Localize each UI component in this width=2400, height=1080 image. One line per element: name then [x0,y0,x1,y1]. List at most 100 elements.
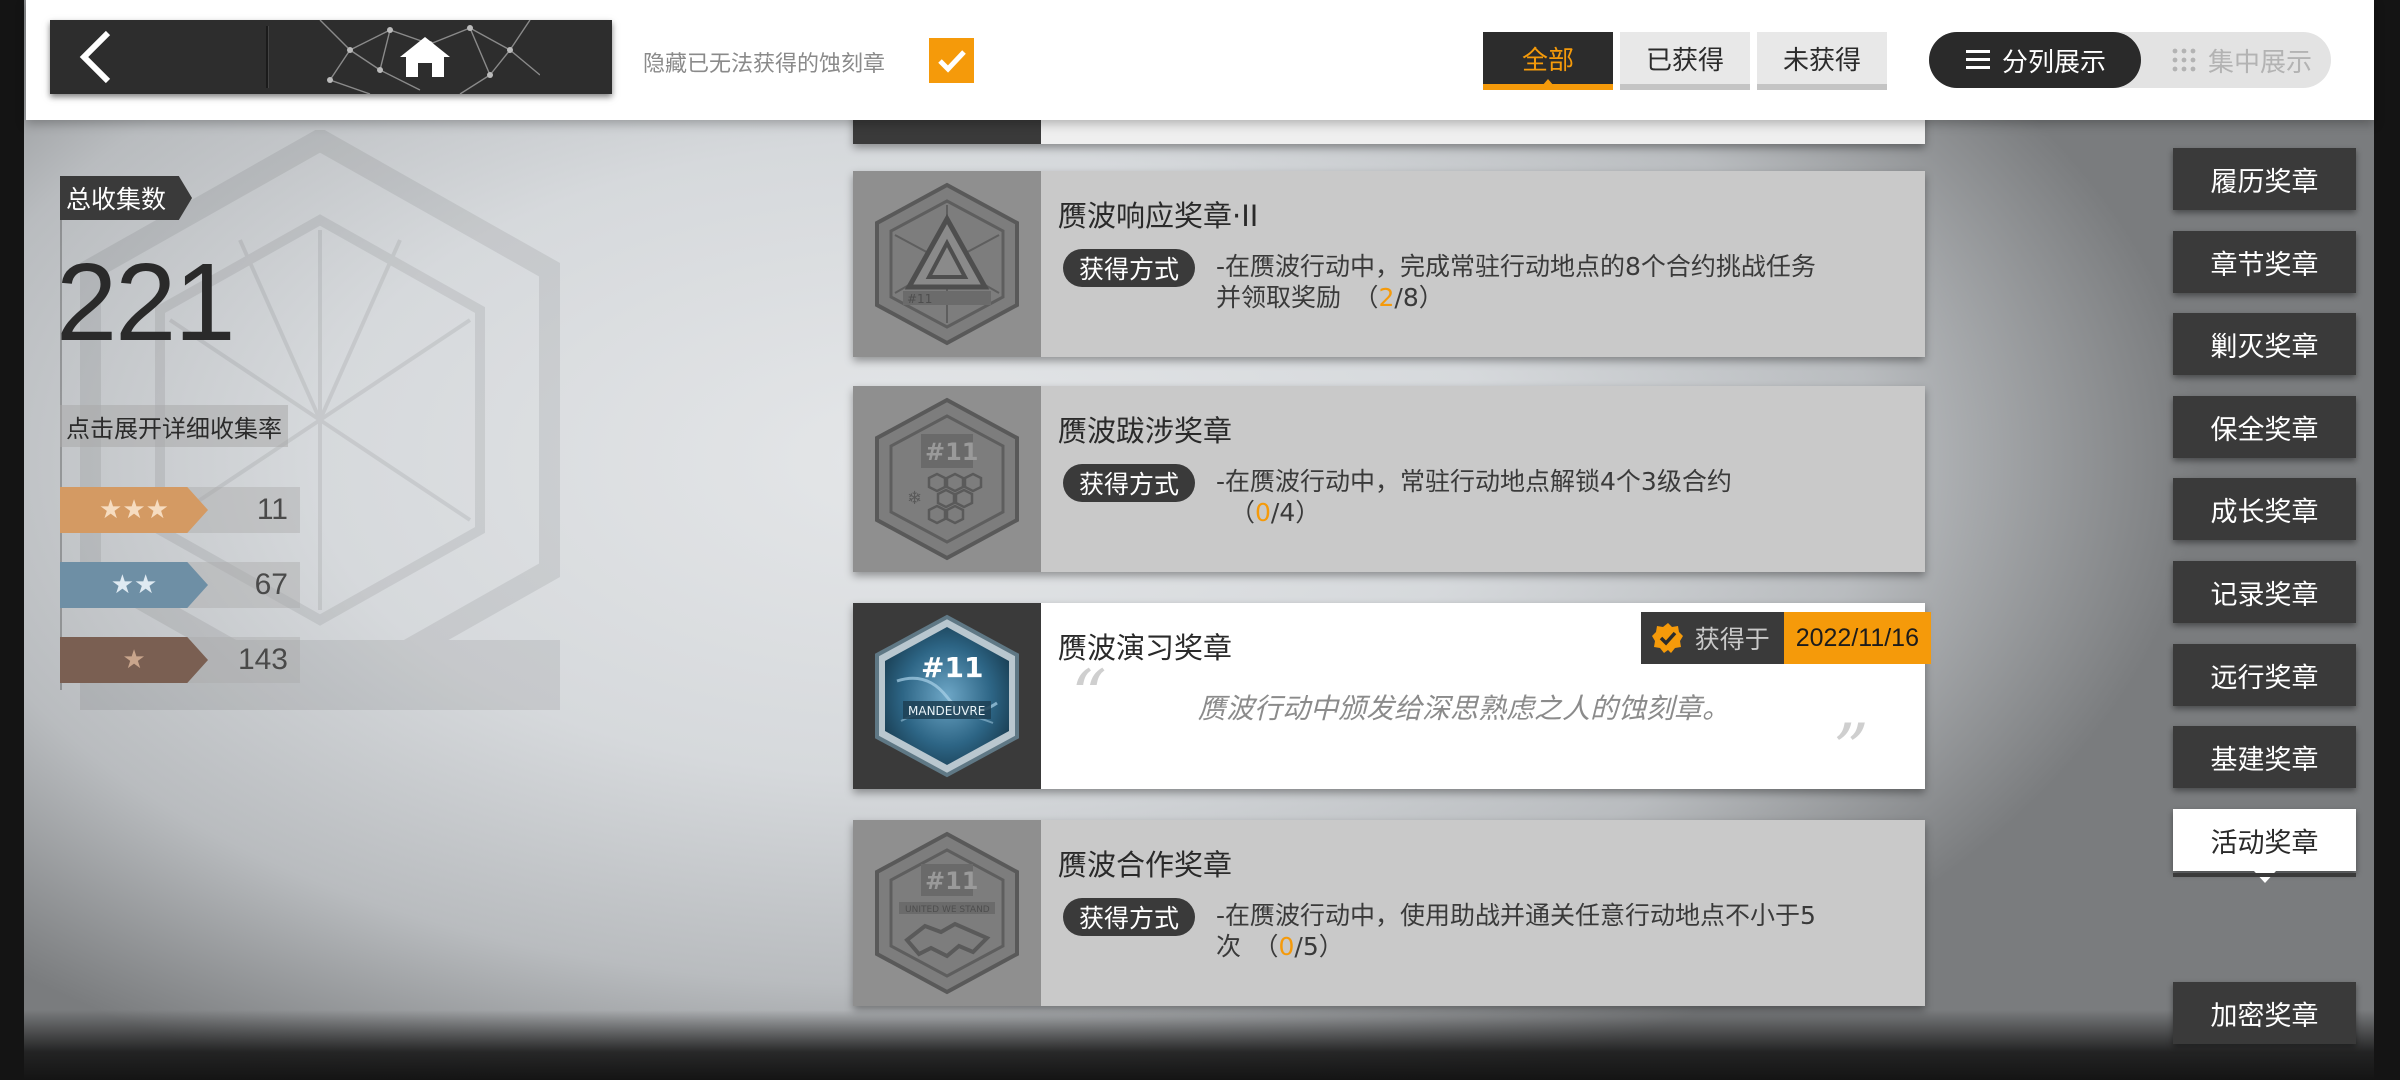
svg-text:#11: #11 [925,867,979,895]
acquire-description-line2: （0/4） [1216,497,1876,528]
svg-text:#11: #11 [907,292,932,306]
progress-current: 2 [1378,283,1395,312]
progress-current: 0 [1278,932,1295,961]
acquire-description: -在赝波行动中，完成常驻行动地点的8个合约挑战任务 并领取奖励 （2/8） [1216,251,1876,313]
home-icon [400,37,450,77]
checkmark-icon [937,49,966,73]
open-quote-icon: “ [1071,655,1107,737]
app-screen: 隐藏已无法获得的蚀刻章 全部 已获得 未获得 分列展示 集中展示 总收集数 22… [0,0,2400,1080]
progress-total: /4） [1270,498,1321,527]
svg-text:❄: ❄ [907,488,922,509]
hexagon-honeycomb-icon: #11 ❄ [875,397,1019,561]
split-view-button[interactable]: 分列展示 [1929,32,2141,88]
medal-card[interactable]: #11 UNITED WE STAND 赝波合作奖章 获得方式 -在赝波行动中，… [853,820,1925,1006]
medal-title: 赝波响应奖章·II [1058,199,1259,233]
rank-1star-tag: ★ [60,637,208,683]
acquire-desc-line2-text: 并领取奖励 （ [1216,283,1379,312]
medal-quote: 赝波行动中颁发给深思熟虑之人的蚀刻章。 [1198,692,1731,725]
medal-title: 赝波跋涉奖章 [1058,414,1233,448]
svg-text:MANDEUVRE: MANDEUVRE [908,704,985,718]
acquire-method-badge: 获得方式 [1063,249,1196,287]
category-tab-event[interactable]: 活动奖章 [2173,809,2356,883]
close-quote-icon: ” [1833,709,1869,791]
category-tab-chapter[interactable]: 章节奖章 [2173,231,2356,293]
medal-card-obtained[interactable]: #11 MANDEUVRE 赝波演习奖章 获得于 2022/11/16 “ 赝波… [853,603,1931,791]
medal-card[interactable]: #11 赝波响应奖章·II 获得方式 -在赝波行动中，完成常驻行动地点的8个合约… [853,171,1925,357]
nav-divider [266,26,269,88]
filter-unobtained-label: 未获得 [1782,45,1861,76]
obtained-label: 获得于 [1694,625,1770,654]
rank-2star-count: 67 [254,568,288,601]
category-tab-sss[interactable]: 保全奖章 [2173,396,2356,458]
category-tab-annihilation[interactable]: 剿灭奖章 [2173,313,2356,375]
bottom-vignette [0,1010,2400,1080]
maneuvre-medal-icon: #11 MANDEUVRE [875,614,1019,778]
obtained-label-box: 获得于 [1640,612,1784,664]
acquire-description-line1: -在赝波行动中，完成常驻行动地点的8个合约挑战任务 [1216,252,1816,281]
acquire-description-line2: 并领取奖励 （2/8） [1216,282,1876,313]
expand-collection-rate-button[interactable]: 点击展开详细收集率 [60,405,288,447]
grid-dots-icon [2172,48,2196,72]
svg-text:#11: #11 [921,651,983,684]
medal-card[interactable]: #11 ❄ 赝波跋涉奖章 获得方式 -在赝波行动中，常驻行动地点解锁4个3级合约… [853,386,1925,572]
back-button[interactable] [50,20,266,94]
rank-2star-tag: ★★ [60,562,208,608]
category-tab-expedition[interactable]: 远行奖章 [2173,644,2356,706]
progress-total: /8） [1394,283,1444,312]
category-tab-base[interactable]: 基建奖章 [2173,726,2356,788]
home-button[interactable] [310,20,540,94]
acquire-desc-line2-text: （ [1230,498,1256,527]
filter-obtained-label: 已获得 [1645,45,1724,76]
triangle-emblem-icon: #11 [875,182,1019,346]
active-underline [2173,873,2356,877]
acquire-method-badge: 获得方式 [1063,464,1196,502]
left-frame [0,0,24,1080]
category-tab-growth[interactable]: 成长奖章 [2173,478,2356,540]
total-collection-count: 221 [56,241,236,364]
medal-icon-area: #11 ❄ [853,386,1041,572]
progress-current: 0 [1255,498,1271,527]
progress-total: /5） [1294,932,1344,961]
category-tab-encrypted[interactable]: 加密奖章 [2173,982,2356,1044]
category-tab-record[interactable]: 记录奖章 [2173,561,2356,623]
obtained-badge: 获得于 2022/11/16 [1640,612,1931,664]
acquire-description: -在赝波行动中，使用助战并通关任意行动地点不小于5 次 （0/5） [1216,900,1876,962]
back-arrow-icon [79,30,111,84]
list-lines-icon [1965,50,1990,69]
filter-all-tab[interactable]: 全部 [1483,32,1613,90]
rank-3star-count: 11 [256,493,288,526]
category-tab-event-label: 活动奖章 [2210,827,2319,859]
medal-icon-area: #11 [853,171,1041,357]
acquire-description-line1: -在赝波行动中，使用助战并通关任意行动地点不小于5 [1216,901,1816,930]
acquire-desc-line2-text: 次 （ [1216,932,1279,961]
svg-text:UNITED WE STAND: UNITED WE STAND [905,905,990,915]
rank-row-1star: ★ 143 [60,637,300,683]
hide-unobtainable-checkbox[interactable] [929,38,974,83]
grouped-view-button[interactable]: 集中展示 [2151,32,2331,88]
filter-obtained-tab[interactable]: 已获得 [1620,32,1750,90]
rank-row-3star: ★★★ 11 [60,487,300,533]
filter-all-label: 全部 [1521,45,1574,76]
view-mode-toggle: 分列展示 集中展示 [1929,32,2331,88]
grouped-view-label: 集中展示 [2207,47,2312,78]
right-frame [2374,0,2400,1080]
acquire-description: -在赝波行动中，常驻行动地点解锁4个3级合约 （0/4） [1216,466,1876,528]
split-view-label: 分列展示 [2001,47,2106,78]
hide-unobtainable-label: 隐藏已无法获得的蚀刻章 [643,52,886,77]
rank-3star-tag: ★★★ [60,487,208,533]
verified-check-icon [1651,623,1683,653]
rank-1star-count: 143 [237,643,288,676]
active-caret-icon [1542,79,1554,86]
svg-text:#11: #11 [925,438,979,466]
rank-row-2star: ★★ 67 [60,562,300,608]
top-bar: 隐藏已无法获得的蚀刻章 全部 已获得 未获得 分列展示 集中展示 [26,0,2374,120]
medal-icon-area: #11 MANDEUVRE [853,603,1041,789]
medal-title: 赝波合作奖章 [1058,848,1233,882]
acquire-method-badge: 获得方式 [1063,898,1196,936]
filter-unobtained-tab[interactable]: 未获得 [1757,32,1887,90]
handshake-emblem-icon: #11 UNITED WE STAND [875,831,1019,995]
obtained-date: 2022/11/16 [1783,612,1931,664]
acquire-description-line1: -在赝波行动中，常驻行动地点解锁4个3级合约 [1216,467,1732,496]
medal-icon-area: #11 UNITED WE STAND [853,820,1041,1006]
category-tab-resume[interactable]: 履历奖章 [2173,148,2356,210]
